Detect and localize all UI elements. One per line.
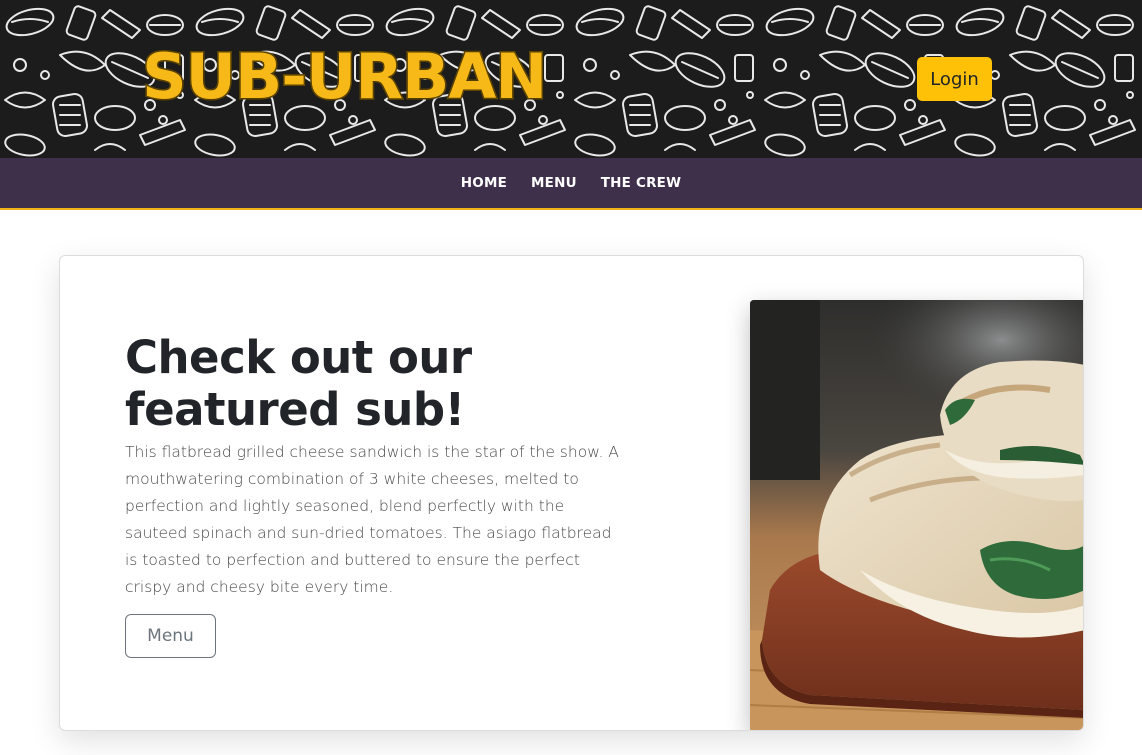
login-button[interactable]: Login bbox=[917, 57, 992, 101]
site-logo[interactable]: SUB-URBAN bbox=[140, 38, 548, 116]
grilled-cheese-sandwich-photo bbox=[750, 300, 1083, 730]
featured-description: This flatbread grilled cheese sandwich i… bbox=[125, 443, 619, 596]
nav-item-home[interactable]: HOME bbox=[461, 175, 507, 191]
featured-sub-card: Check out our featured sub! This flatbre… bbox=[59, 255, 1084, 731]
nav-item-the-crew[interactable]: THE CREW bbox=[601, 175, 681, 191]
featured-title: Check out our featured sub! bbox=[125, 331, 472, 436]
nav-item-menu[interactable]: MENU bbox=[531, 175, 577, 191]
site-header: SUB-URBAN Login bbox=[0, 0, 1142, 158]
menu-button[interactable]: Menu bbox=[125, 614, 216, 658]
main-navbar: HOME MENU THE CREW bbox=[0, 158, 1142, 210]
